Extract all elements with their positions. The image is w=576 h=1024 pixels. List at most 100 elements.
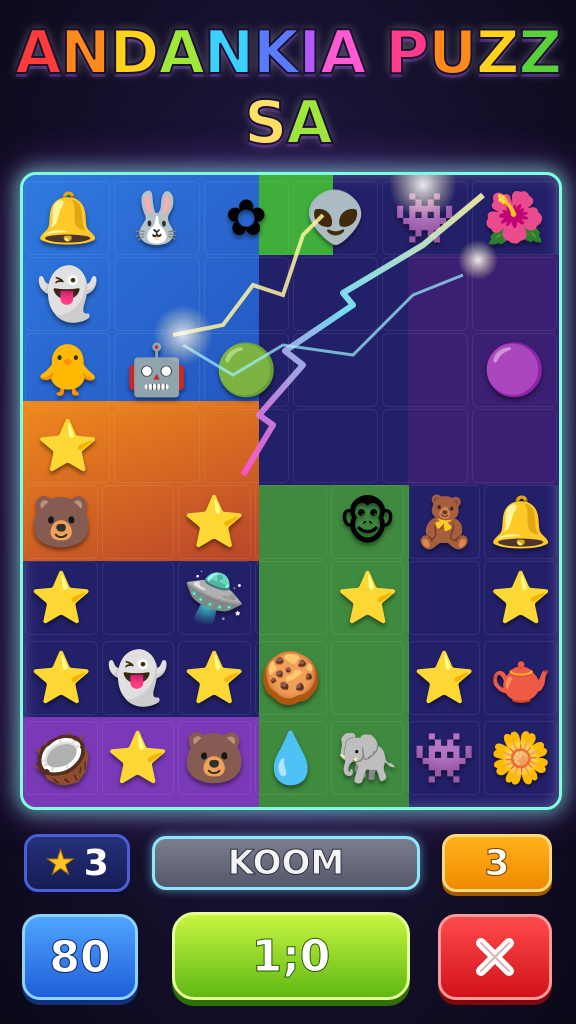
game-title: ANDANKIA PUZZSA xyxy=(0,17,576,159)
board-cell[interactable] xyxy=(382,333,467,407)
board-cell[interactable] xyxy=(472,409,557,483)
board-cell[interactable]: ⭐ xyxy=(25,409,110,483)
board-cell[interactable]: ⭐ xyxy=(408,641,481,715)
board-cell[interactable]: 🌺 xyxy=(472,181,557,255)
board-cell[interactable]: 🟢 xyxy=(204,333,289,407)
title-letter: K xyxy=(252,17,300,89)
board-cell[interactable]: ⭐ xyxy=(25,641,98,715)
brown-coconut-icon: 🥥 xyxy=(30,729,93,787)
board-cell[interactable] xyxy=(382,409,467,483)
red-star-icon: ⭐ xyxy=(30,569,93,627)
orange-star-icon: ⭐ xyxy=(413,649,476,707)
board-cell[interactable] xyxy=(255,485,328,559)
board-cell[interactable]: 👻 xyxy=(102,641,175,715)
board-cell[interactable]: ⭐ xyxy=(484,561,557,635)
board-cell[interactable]: 💧 xyxy=(255,721,328,795)
board-cell[interactable]: 🥥 xyxy=(25,721,98,795)
yellow-star-icon: ⭐ xyxy=(30,649,93,707)
title-letter: D xyxy=(109,17,161,89)
grey-drop-icon: 💧 xyxy=(259,729,323,787)
board-cell[interactable] xyxy=(102,561,175,635)
stars-count: 3 xyxy=(83,842,109,884)
level-label: KOOM xyxy=(152,836,420,890)
board-cell[interactable]: 🐵 xyxy=(331,485,404,559)
green-star-icon: ⭐ xyxy=(183,649,246,707)
board-cell[interactable]: 🍪 xyxy=(255,641,328,715)
score-button[interactable]: 80 xyxy=(22,914,138,1000)
moves-counter: 3 xyxy=(442,834,552,892)
board-cell[interactable] xyxy=(204,257,289,331)
purple-robot-icon: 🤖 xyxy=(125,341,189,399)
green-slime-icon: 🟢 xyxy=(215,341,278,399)
pink-star-icon: ⭐ xyxy=(106,729,169,787)
board-cell[interactable] xyxy=(382,257,467,331)
title-letter xyxy=(365,18,385,88)
board-cell[interactable] xyxy=(255,561,328,635)
title-letter: I xyxy=(298,17,322,89)
board-cell[interactable] xyxy=(472,257,557,331)
board-cell[interactable]: 👾 xyxy=(382,181,467,255)
board-cell[interactable]: 👾 xyxy=(408,721,481,795)
board-cell[interactable] xyxy=(204,409,289,483)
board-cell[interactable] xyxy=(114,257,199,331)
title-letter: A xyxy=(285,87,333,159)
purple-star-icon: ⭐ xyxy=(489,569,552,627)
board-cell[interactable]: ✿ xyxy=(204,181,289,255)
pink-monkey-icon: 🐵 xyxy=(338,493,397,551)
board-cell[interactable] xyxy=(293,257,378,331)
close-icon xyxy=(476,938,514,976)
ufo-icon: 🛸 xyxy=(183,569,246,627)
board-cell[interactable] xyxy=(331,641,404,715)
pink-gear-monster-icon: 👾 xyxy=(393,189,457,247)
title-letter: Z xyxy=(518,17,563,89)
title-letter: N xyxy=(203,17,255,89)
orange-bear-icon: 🐻 xyxy=(183,729,246,787)
green-ghost-icon: 👻 xyxy=(106,649,169,707)
board-cell[interactable]: 🧸 xyxy=(408,485,481,559)
close-button[interactable] xyxy=(438,914,552,1000)
board-cell[interactable]: ⭐ xyxy=(178,641,251,715)
board-cell[interactable]: 🐻 xyxy=(178,721,251,795)
chick-bowl-icon: 🐥 xyxy=(36,341,99,399)
timer-button[interactable]: 1;0 xyxy=(172,912,410,1000)
green-alien-icon: 👽 xyxy=(304,189,367,247)
puzzle-board[interactable]: 🔔 🐰 ✿ 👽 👾 🌺 👻 🐥 🤖 🟢 🟣 ⭐ 🐻 ⭐ 🐵 🧸 🔔 ⭐ 🛸 ⭐ ⭐ ⭐ 👻 ⭐ 🍪 ⭐ 🫖 🥥 ⭐ 🐻 💧 🐘 👾 🌼 xyxy=(20,172,562,810)
board-cell[interactable]: 🔔 xyxy=(484,485,557,559)
board-cell[interactable]: ⭐ xyxy=(25,561,98,635)
board-cell[interactable]: 🐻 xyxy=(25,485,98,559)
green-star-icon: ⭐ xyxy=(336,569,399,627)
bunny-blob-icon: 🐰 xyxy=(125,189,189,247)
board-cell[interactable]: 🤖 xyxy=(114,333,199,407)
red-star-face-icon: ⭐ xyxy=(36,417,99,475)
board-cell[interactable] xyxy=(408,561,481,635)
board-cell[interactable]: ⭐ xyxy=(102,721,175,795)
title-letter: Z xyxy=(475,17,520,89)
board-cell[interactable]: 🐥 xyxy=(25,333,110,407)
board-cell[interactable]: 🛸 xyxy=(178,561,251,635)
bell-icon: 🔔 xyxy=(36,189,99,247)
board-cell[interactable]: 🔔 xyxy=(25,181,110,255)
board-cell[interactable]: 🐘 xyxy=(331,721,404,795)
board-cell[interactable]: 🟣 xyxy=(472,333,557,407)
red-bell-icon: 🔔 xyxy=(489,493,552,551)
board-cell[interactable]: 👻 xyxy=(25,257,110,331)
board-cell[interactable]: 🫖 xyxy=(484,641,557,715)
red-flower-monster-icon: 🌺 xyxy=(483,189,546,247)
stars-counter: ★ 3 xyxy=(24,834,130,892)
board-cell[interactable]: ⭐ xyxy=(331,561,404,635)
board-cell[interactable] xyxy=(114,409,199,483)
board-cell[interactable] xyxy=(293,333,378,407)
orange-cookie-icon: 🍪 xyxy=(259,649,323,707)
board-cell[interactable]: 🌼 xyxy=(484,721,557,795)
tiny-flowers-icon: ✿ xyxy=(225,189,268,247)
board-cell[interactable] xyxy=(293,409,378,483)
title-letter: U xyxy=(427,17,478,89)
yellow-star-icon: ⭐ xyxy=(183,493,246,551)
board-cell[interactable]: ⭐ xyxy=(178,485,251,559)
board-cell[interactable]: 👽 xyxy=(293,181,378,255)
board-cell[interactable] xyxy=(102,485,175,559)
brown-bear-icon: 🐻 xyxy=(30,493,93,551)
purple-gear-icon: 👾 xyxy=(413,729,476,787)
board-cell[interactable]: 🐰 xyxy=(114,181,199,255)
blue-elephant-icon: 🐘 xyxy=(336,729,399,787)
